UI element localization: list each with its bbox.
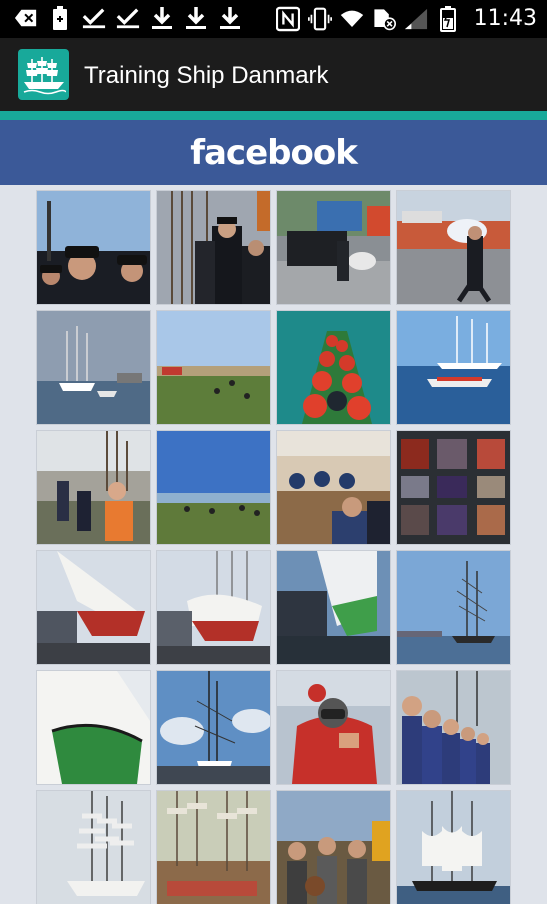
- check-icon: [116, 6, 140, 30]
- accent-divider: [0, 111, 547, 120]
- photo-tile-sailors-with-caps[interactable]: [37, 191, 150, 304]
- photo-tile-field-gathering[interactable]: [157, 311, 270, 424]
- photo-tile-officers-on-deck[interactable]: [157, 191, 270, 304]
- photo-tile-coastal-field[interactable]: [157, 431, 270, 544]
- wifi-icon: [340, 7, 364, 31]
- photo-tile-harbor-loading[interactable]: [277, 191, 390, 304]
- photo-tile-dock-worker[interactable]: [397, 191, 510, 304]
- photo-tile-hiking-group[interactable]: [37, 431, 150, 544]
- photo-tile-full-rigged-ship[interactable]: [37, 791, 150, 904]
- status-bar: 11:43: [0, 0, 547, 38]
- photo-tile-rigging-sky[interactable]: [157, 671, 270, 784]
- system-icons: 11:43: [275, 5, 537, 32]
- photo-tile-green-hull-closeup[interactable]: [37, 671, 150, 784]
- photo-tile-photo-collage[interactable]: [397, 431, 510, 544]
- photo-grid: [37, 191, 511, 904]
- photo-tile-cadets-line[interactable]: [397, 671, 510, 784]
- clock: 11:43: [473, 6, 537, 31]
- photo-tile-tall-ship-harbor[interactable]: [37, 311, 150, 424]
- notification-icons: [14, 6, 242, 30]
- app-title: Training Ship Danmark: [84, 62, 329, 89]
- photo-tile-green-hull-drydock[interactable]: [277, 551, 390, 664]
- photo-tile-crew-member-red-jacket[interactable]: [277, 671, 390, 784]
- battery-saver-icon: [48, 6, 72, 30]
- vibrate-icon: [307, 7, 332, 31]
- back-icon: [14, 6, 38, 30]
- check-icon: [82, 6, 106, 30]
- download-icon: [150, 6, 174, 30]
- photo-tile-ship-sailing[interactable]: [397, 791, 510, 904]
- app-bar: Training Ship Danmark: [0, 38, 547, 111]
- no-sim-icon: [372, 7, 396, 31]
- photo-tile-crew-on-deck[interactable]: [277, 791, 390, 904]
- ship-logo-icon: [18, 49, 69, 100]
- photo-tile-hull-drydock-2[interactable]: [157, 551, 270, 664]
- battery-icon: [436, 5, 460, 32]
- nfc-icon: [275, 6, 300, 31]
- download-icon: [184, 6, 208, 30]
- photo-tile-tall-ships-race[interactable]: [157, 791, 270, 904]
- facebook-wordmark: facebook: [190, 132, 358, 173]
- photo-tile-hull-drydock-1[interactable]: [37, 551, 150, 664]
- facebook-banner[interactable]: facebook: [0, 120, 547, 185]
- download-icon: [218, 6, 242, 30]
- signal-icon: [404, 7, 428, 31]
- photo-tile-ship-with-boat[interactable]: [397, 311, 510, 424]
- photo-tile-masts-distance[interactable]: [397, 551, 510, 664]
- photo-tile-classroom[interactable]: [277, 431, 390, 544]
- photo-tile-rowing-boat-crew[interactable]: [277, 311, 390, 424]
